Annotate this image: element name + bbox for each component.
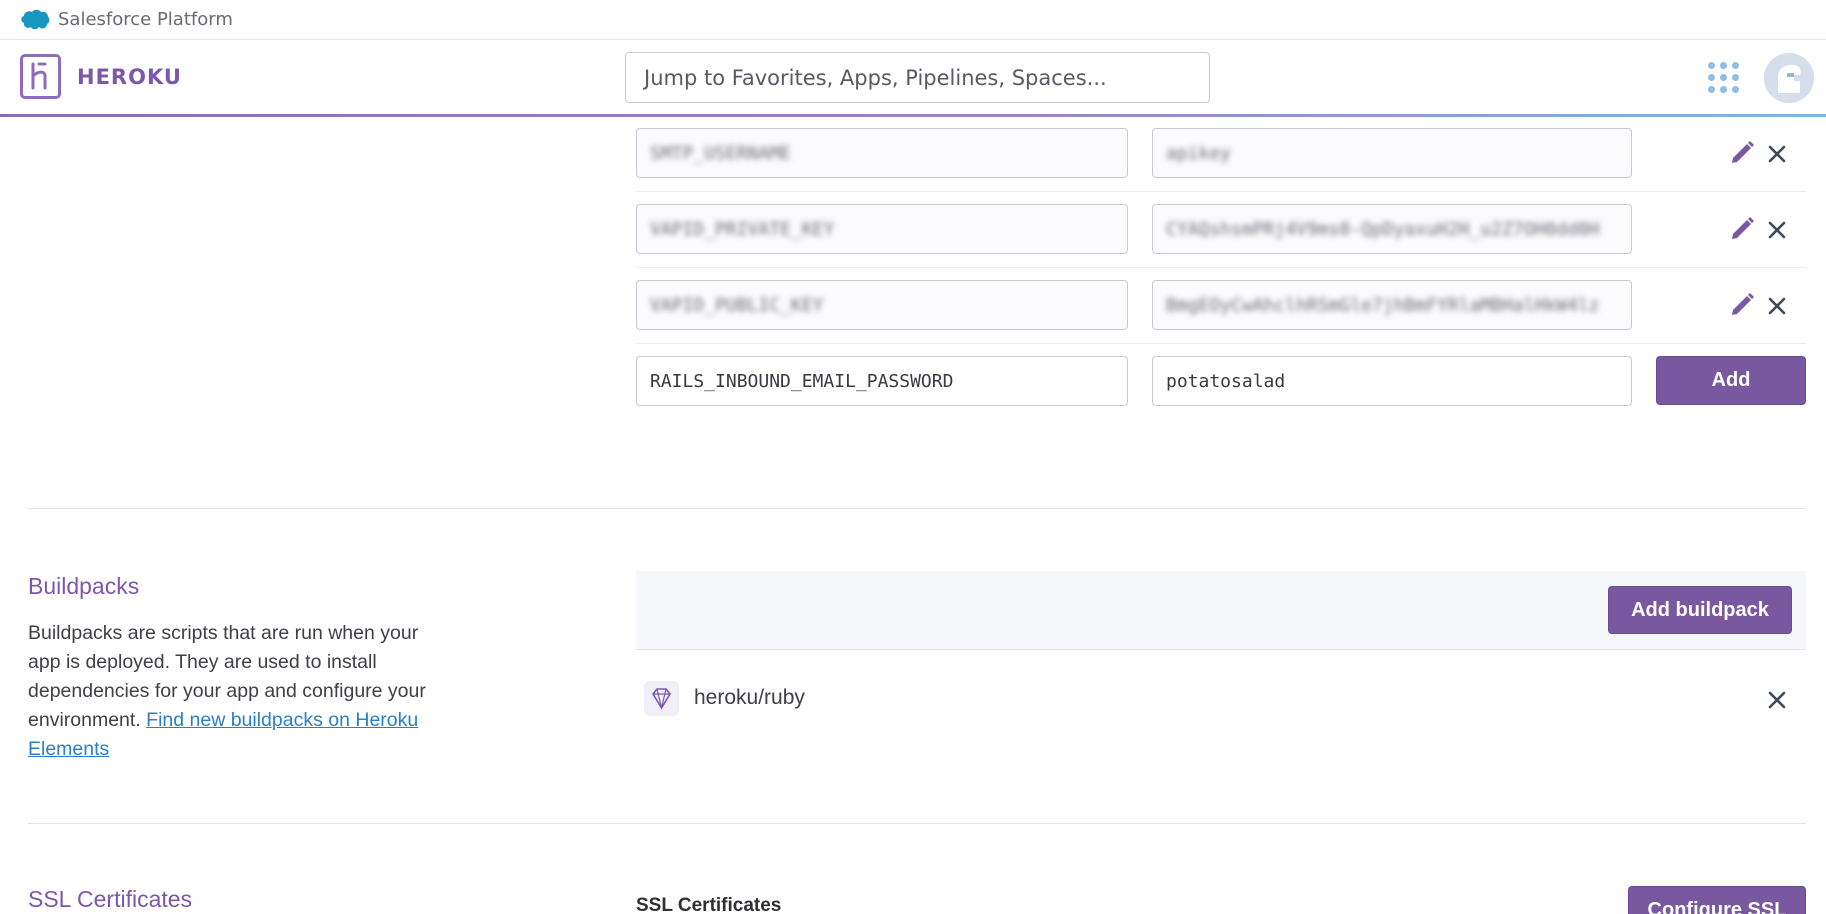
config-value-text: apikey [1166, 143, 1232, 164]
config-value-text: CYAQshsmPRj4V9ms0-QpDyaxuH2H_u2Z7OH0dd0H [1166, 219, 1600, 240]
config-value-field[interactable]: BmgEOyCwAhclhRSmGle7jhBmFYRlaMBHalHkW4lz [1152, 280, 1632, 330]
heroku-brand[interactable]: HEROKU [77, 65, 182, 89]
new-config-key-text: RAILS_INBOUND_EMAIL_PASSWORD [650, 371, 954, 392]
new-config-value-input[interactable]: potatosalad [1152, 356, 1632, 406]
apps-grid-icon[interactable] [1708, 62, 1740, 94]
config-value-field[interactable]: apikey [1152, 128, 1632, 178]
edit-pencil-icon[interactable] [1729, 292, 1755, 318]
new-config-key-input[interactable]: RAILS_INBOUND_EMAIL_PASSWORD [636, 356, 1128, 406]
configure-ssl-button[interactable]: Configure SSL [1628, 886, 1806, 914]
buildpacks-description: Buildpacks are scripts that are run when… [28, 619, 448, 764]
search-input[interactable]: Jump to Favorites, Apps, Pipelines, Spac… [625, 52, 1210, 103]
ssl-certificates-label: SSL Certificates [636, 895, 782, 914]
row-divider [636, 267, 1806, 268]
close-icon[interactable] [1766, 143, 1788, 165]
edit-pencil-icon[interactable] [1729, 216, 1755, 242]
config-key-text: SMTP_USERNAME [650, 143, 791, 164]
config-value-field[interactable]: CYAQshsmPRj4V9ms0-QpDyaxuH2H_u2Z7OH0dd0H [1152, 204, 1632, 254]
add-config-var-button[interactable]: Add [1656, 356, 1806, 405]
buildpack-name: heroku/ruby [694, 686, 805, 709]
config-value-text: BmgEOyCwAhclhRSmGle7jhBmFYRlaMBHalHkW4lz [1166, 295, 1600, 316]
ssl-title: SSL Certificates [28, 886, 193, 912]
close-icon[interactable] [1766, 219, 1788, 241]
add-buildpack-button[interactable]: Add buildpack [1608, 586, 1792, 634]
new-config-value-text: potatosalad [1166, 371, 1286, 392]
config-key-text: VAPID_PUBLIC_KEY [650, 295, 824, 316]
salesforce-cloud-icon [21, 9, 50, 30]
config-key-field[interactable]: SMTP_USERNAME [636, 128, 1128, 178]
salesforce-platform-label: Salesforce Platform [58, 9, 233, 30]
row-divider [636, 191, 1806, 192]
config-key-field[interactable]: VAPID_PUBLIC_KEY [636, 280, 1128, 330]
heroku-header: HEROKU Jump to Favorites, Apps, Pipeline… [0, 40, 1826, 117]
section-divider [28, 508, 1806, 509]
config-key-text: VAPID_PRIVATE_KEY [650, 219, 835, 240]
edit-pencil-icon[interactable] [1729, 140, 1755, 166]
close-icon[interactable] [1766, 295, 1788, 317]
salesforce-bar: Salesforce Platform [0, 0, 1826, 40]
remove-buildpack-icon[interactable] [1766, 689, 1788, 711]
header-accent-line [0, 114, 1826, 117]
buildpacks-title: Buildpacks [28, 573, 140, 599]
ruby-gem-icon [644, 681, 679, 716]
config-key-field[interactable]: VAPID_PRIVATE_KEY [636, 204, 1128, 254]
section-divider [28, 823, 1806, 824]
heroku-logo-icon[interactable] [20, 54, 61, 99]
row-divider [636, 343, 1806, 344]
user-avatar[interactable] [1764, 53, 1814, 103]
buildpacks-toolbar: Add buildpack [636, 571, 1806, 650]
search-placeholder: Jump to Favorites, Apps, Pipelines, Spac… [644, 66, 1107, 90]
